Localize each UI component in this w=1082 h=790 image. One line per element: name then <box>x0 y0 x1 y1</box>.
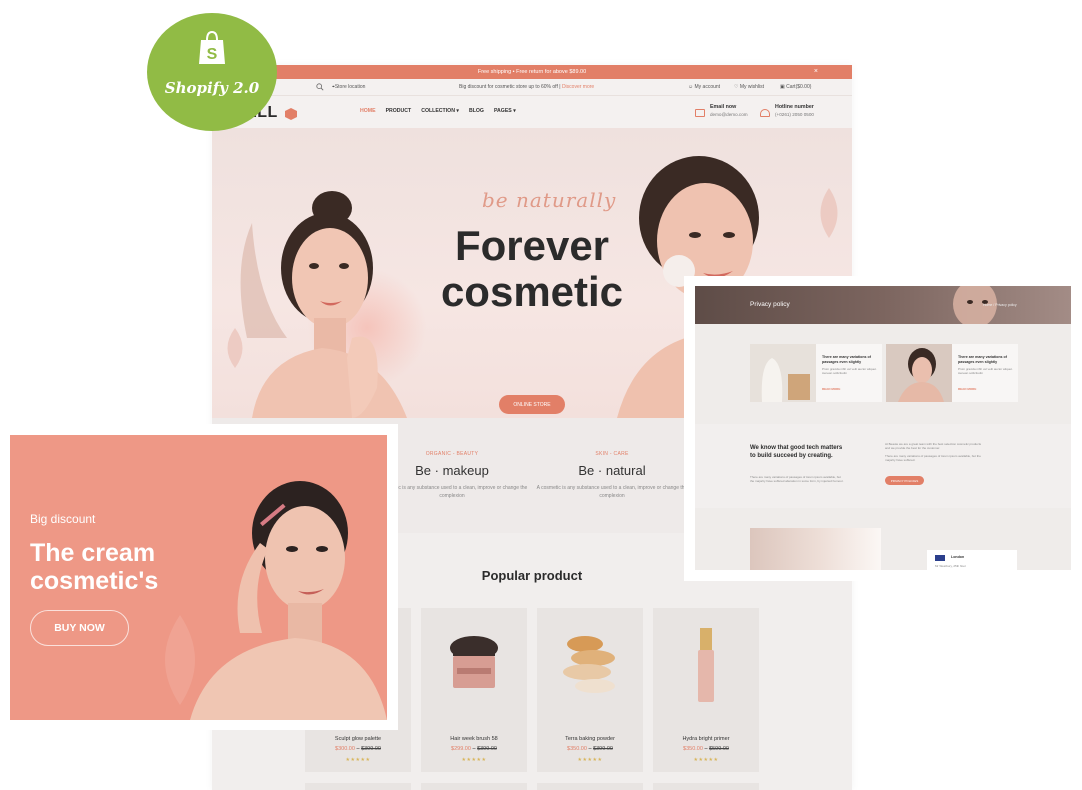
user-icon: ☺ <box>688 84 694 90</box>
privacy-policies-button[interactable]: PRIVACY POLICIES <box>885 476 924 485</box>
product-card[interactable]: Hydra bright primer $350.00 – $599.00 ★★… <box>653 608 759 772</box>
breadcrumb[interactable]: Home / Privacy policy <box>983 303 1017 307</box>
discover-more-link[interactable]: Discover more <box>562 84 594 90</box>
popular-title: Popular product <box>481 568 583 583</box>
promo-title: The cream cosmetic's <box>30 539 159 595</box>
online-store-button[interactable]: ONLINE STORE <box>499 395 565 414</box>
topbar: ⌖Store location Big discount for cosmeti… <box>212 79 852 96</box>
privacy-small-text: There are many variations of passages of… <box>750 475 844 483</box>
close-icon[interactable]: × <box>814 68 818 75</box>
read-more-link[interactable]: READ MORE <box>822 387 840 391</box>
svg-text:S: S <box>207 46 218 63</box>
blog-card[interactable]: There are many variations of passages ev… <box>886 344 1018 402</box>
rating-stars: ★★★★★ <box>461 757 487 763</box>
privacy-page-mock: Privacy policy Home / Privacy policy The… <box>695 286 1071 570</box>
my-account-link[interactable]: ☺ My account <box>688 84 720 90</box>
site-header: BELL HOME PRODUCT COLLECTION ▾ BLOG PAGE… <box>212 96 852 128</box>
showcase-canvas: Free shipping • Free return for above $8… <box>0 0 1082 790</box>
primer-image <box>698 628 714 702</box>
product-card-next-row <box>653 783 759 790</box>
nav-collection[interactable]: COLLECTION ▾ <box>421 108 459 114</box>
product-card[interactable]: Terra baking powder $350.00 – $399.00 ★★… <box>537 608 643 772</box>
search-icon[interactable] <box>316 83 324 91</box>
blog-image <box>886 344 952 402</box>
uk-flag-icon <box>935 555 945 561</box>
nav-product[interactable]: PRODUCT <box>386 108 412 114</box>
heart-icon: ♡ <box>734 84 739 90</box>
read-more-link[interactable]: READ MORE <box>958 387 976 391</box>
privacy-photo <box>750 528 881 570</box>
location-card: London Mr Westbury, 25th floor <box>927 550 1017 570</box>
promo-model-image <box>190 481 387 720</box>
cart-link[interactable]: ▣ Cart($0.00) <box>780 84 811 90</box>
rating-stars: ★★★★★ <box>345 757 371 763</box>
shopify-bag-icon: S <box>199 31 225 64</box>
hotline-contact[interactable]: Hotline number (+0261) 2050 0500 <box>775 104 814 118</box>
product-card-next-row <box>421 783 527 790</box>
shopify-version-label: Shopify 2.0 <box>164 79 260 97</box>
announcement-bar: Free shipping • Free return for above $8… <box>212 65 852 79</box>
leaf-right-icon <box>820 188 838 238</box>
store-location-link[interactable]: ⌖Store location <box>332 84 365 90</box>
email-contact[interactable]: Email now demo@demo.com <box>710 104 748 118</box>
product-card-next-row <box>537 783 643 790</box>
rating-stars: ★★★★★ <box>693 757 719 763</box>
promo-eyebrow: Big discount <box>30 512 96 526</box>
nav-home[interactable]: HOME <box>360 108 376 114</box>
blog-card[interactable]: There are many variations of passages ev… <box>750 344 882 402</box>
privacy-intro-section: We know that good tech matters to build … <box>695 424 1071 508</box>
cart-icon: ▣ <box>780 84 785 90</box>
mail-icon <box>695 109 705 117</box>
shopify-badge: S Shopify 2.0 <box>147 13 277 131</box>
privacy-title: Privacy policy <box>750 301 790 308</box>
nav-blog[interactable]: BLOG <box>469 108 484 114</box>
headphone-icon <box>760 109 770 117</box>
blog-image <box>750 344 816 402</box>
hero-title: Forever cosmetic <box>440 222 624 315</box>
privacy-banner: Privacy policy Home / Privacy policy <box>695 286 1071 324</box>
privacy-body-text: At Beaute we are a great team with the b… <box>885 442 982 462</box>
brush-image <box>450 636 498 688</box>
hero-model-left-image <box>240 191 407 418</box>
product-card-next-row <box>305 783 411 790</box>
nav-pages[interactable]: PAGES ▾ <box>494 108 516 114</box>
logo-hex-icon <box>285 108 297 120</box>
promo-card: Big discount The cream cosmetic's BUY NO… <box>0 424 398 730</box>
promo-banner: Big discount The cream cosmetic's BUY NO… <box>10 435 387 720</box>
privacy-page-card: Privacy policy Home / Privacy policy The… <box>684 276 1082 581</box>
privacy-heading: We know that good tech matters to build … <box>750 445 843 459</box>
wishlist-link[interactable]: ♡ My wishlist <box>734 84 764 90</box>
topbar-promo: Big discount for cosmetic store up to 60… <box>459 84 595 90</box>
main-nav: HOME PRODUCT COLLECTION ▾ BLOG PAGES ▾ <box>360 108 516 114</box>
leaf-icon <box>227 328 243 368</box>
feature-natural: SKIN - CARE Be · natural A cosmetic is a… <box>536 451 688 499</box>
announcement-text: Free shipping • Free return for above $8… <box>477 69 587 75</box>
rating-stars: ★★★★★ <box>577 757 603 763</box>
hero-script-tagline: be naturally <box>482 188 617 212</box>
buy-now-button[interactable]: BUY NOW <box>30 610 129 646</box>
powder-image <box>563 636 615 693</box>
product-card[interactable]: Hair week brush 58 $299.00 – $399.00 ★★★… <box>421 608 527 772</box>
